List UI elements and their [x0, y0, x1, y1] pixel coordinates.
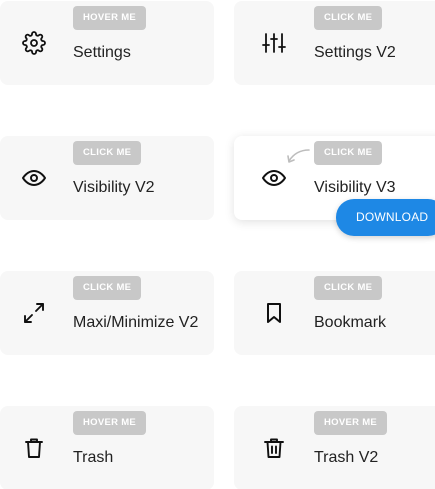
card-label: Visibility V2 [73, 179, 155, 196]
trash-v2-icon[interactable] [262, 436, 286, 460]
card-label: Maxi/Minimize V2 [73, 314, 199, 331]
hover-me-badge: HOVER ME [314, 411, 388, 435]
eye-icon[interactable] [262, 166, 286, 190]
curved-arrow-icon [287, 149, 310, 163]
click-me-badge[interactable]: CLICK ME [73, 276, 142, 300]
bookmark-icon[interactable] [262, 301, 286, 325]
card-label: Trash V2 [314, 449, 379, 466]
card-bookmark[interactable]: CLICK ME Bookmark [234, 271, 435, 355]
card-label: Settings V2 [314, 44, 396, 61]
card-label: Bookmark [314, 314, 387, 331]
hover-me-badge: HOVER ME [73, 6, 147, 30]
sliders-icon[interactable] [262, 31, 286, 55]
download-button[interactable]: DOWNLOAD [336, 199, 435, 236]
card-settings[interactable]: HOVER ME Settings [0, 1, 214, 85]
click-me-badge[interactable]: CLICK ME [314, 6, 383, 30]
card-visibility-v2[interactable]: CLICK ME Visibility V2 [0, 136, 214, 220]
card-maxi-minimize-v2[interactable]: CLICK ME Maxi/Minimize V2 [0, 271, 214, 355]
click-me-badge[interactable]: CLICK ME [314, 141, 383, 165]
card-settings-v2[interactable]: CLICK ME Settings V2 [234, 1, 435, 85]
card-label: Trash [73, 449, 114, 466]
icon-demo-grid: HOVER ME Settings CLICK ME Settings V2 C… [0, 0, 435, 489]
hover-me-badge: HOVER ME [73, 411, 147, 435]
expand-arrows-icon[interactable] [22, 301, 46, 325]
click-me-badge[interactable]: CLICK ME [73, 141, 142, 165]
card-trash[interactable]: HOVER ME Trash [0, 406, 214, 489]
gear-icon[interactable] [22, 31, 46, 55]
card-label: Settings [73, 44, 131, 61]
card-trash-v2[interactable]: HOVER ME Trash V2 [234, 406, 435, 489]
card-label: Visibility V3 [314, 179, 396, 196]
trash-icon[interactable] [22, 436, 46, 460]
click-me-badge[interactable]: CLICK ME [314, 276, 383, 300]
eye-icon[interactable] [22, 166, 46, 190]
